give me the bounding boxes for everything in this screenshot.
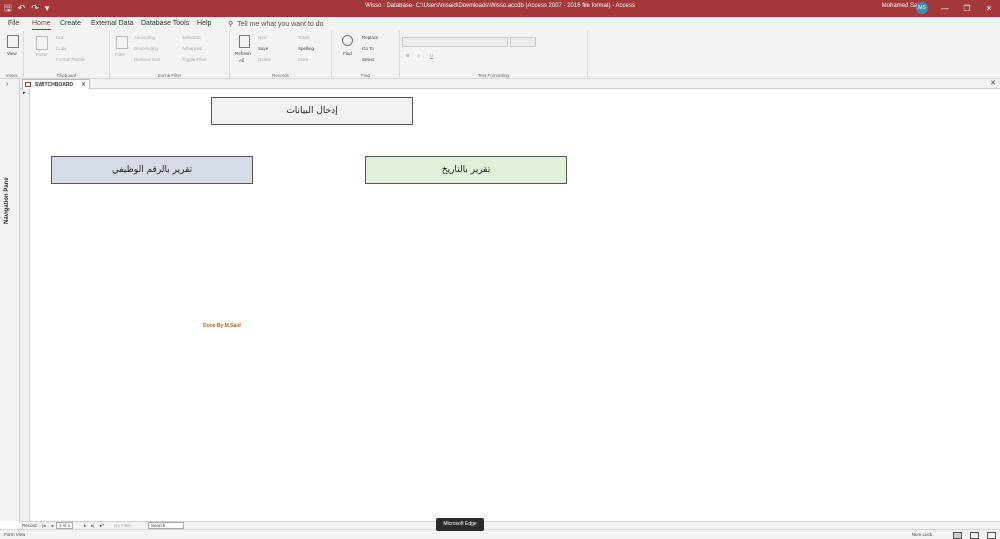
save-record-button[interactable]: Save [258,46,268,51]
expand-chevron-icon[interactable]: › [6,81,8,88]
new-record-button[interactable]: New [258,35,267,40]
view-icon[interactable] [7,35,19,48]
clipboard-group: Paste Cut Copy Format Painter Clipboard [24,31,110,79]
navigation-pane[interactable]: › Navigation Pane [0,79,20,521]
switchboard-form: إدخال البيانات تقرير بالرقم الوظيفي تقري… [31,89,1000,521]
title-bar: 🖫 ↶ ↷ ▾ Wisso : Database- C:\Users\msaid… [0,0,1000,17]
credit-label: Done By M.Said [203,323,241,329]
font-size-combo[interactable] [510,37,536,47]
taskbar-tooltip: Microsoft Edge [436,518,484,531]
views-group-label: Views [5,73,18,78]
tab-switchboard-label: SWITCHBOARD [35,82,74,88]
find-group-label: Find [361,73,370,78]
status-bar: Form View Num Lock [0,529,1000,539]
goto-button[interactable]: Go To [362,46,374,51]
underline-button[interactable]: U [430,53,433,58]
view-switcher [953,530,996,539]
tab-file[interactable]: File [8,20,19,27]
date-report-button[interactable]: تقرير بالتاريخ [365,156,567,184]
tell-me-search[interactable]: ⚲ Tell me what you want to do [228,20,324,28]
ribbon-tabs: File Home Create External Data Database … [0,17,1000,31]
window-title: Wisso : Database- C:\Users\msaid\Downloa… [365,3,635,9]
close-button[interactable]: ✕ [978,0,1000,17]
form-view-icon[interactable] [953,531,962,539]
refresh-icon[interactable] [239,35,250,48]
more-button[interactable]: More [298,57,308,62]
text-formatting-group-label: Text Formatting [477,73,509,78]
current-record-field[interactable]: 1 of 1 [56,522,74,529]
filter-icon[interactable] [116,36,128,49]
sort-filter-group-label: Sort & Filter [157,73,182,78]
employee-number-report-button[interactable]: تقرير بالرقم الوظيفي [51,156,253,184]
record-label: Record: [22,523,38,528]
copy-button[interactable]: Copy [56,46,67,51]
current-record-arrow-icon: ▸ [23,90,26,96]
cut-button[interactable]: Cut [56,35,63,40]
data-entry-button[interactable]: إدخال البيانات [211,97,413,125]
clipboard-group-label: Clipboard [56,73,77,78]
text-formatting-group: B I U Text Formatting [400,31,588,79]
tab-external-data[interactable]: External Data [91,20,133,27]
minimize-button[interactable]: — [934,0,956,17]
filter-button[interactable]: Filter [115,52,125,57]
spelling-button[interactable]: Spelling [298,46,314,51]
find-group: Find Replace Go To Select Find [332,31,400,79]
find-button[interactable]: Find [343,51,352,56]
paste-icon[interactable] [36,36,48,50]
bold-button[interactable]: B [406,53,409,58]
form-icon [25,82,31,87]
refresh-all-dropdown[interactable]: All [239,58,244,63]
close-tab-icon[interactable]: ✕ [81,81,86,88]
toggle-filter-button[interactable]: Toggle Filter [182,57,207,62]
delete-record-button[interactable]: Delete [258,57,271,62]
ribbon: View Views Paste Cut Copy Format Painter… [0,31,1000,79]
record-navigation-bar: Record: |◂ ◂ 1 of 1 ▸ ▸| ▸* No Filter Se… [20,521,1000,529]
view-button[interactable]: View [7,51,17,56]
views-group: View Views [0,31,24,79]
replace-button[interactable]: Replace [362,35,379,40]
refresh-button[interactable]: Refresh [235,51,251,56]
descending-button[interactable]: Descending [134,46,158,51]
totals-button[interactable]: Totals [298,35,310,40]
select-button[interactable]: Select [362,57,375,62]
lightbulb-icon: ⚲ [228,21,234,28]
avatar[interactable]: MS [916,2,928,14]
no-filter-indicator[interactable]: No Filter [114,523,131,528]
restore-button[interactable]: ❐ [956,0,978,17]
ascending-button[interactable]: Ascending [134,35,155,40]
find-icon[interactable] [342,35,353,46]
design-view-icon[interactable] [987,531,996,539]
tab-switchboard[interactable]: SWITCHBOARD ✕ [22,79,90,89]
paste-button[interactable]: Paste [36,52,48,57]
record-search-box[interactable]: Search [148,522,184,529]
close-form-icon[interactable]: ✕ [990,79,996,87]
records-group-label: Records [272,73,289,78]
view-mode-label: Form View [4,532,26,537]
format-painter-button[interactable]: Format Painter [56,57,86,62]
tab-database-tools[interactable]: Database Tools [141,20,189,27]
tell-me-text: Tell me what you want to do [237,21,324,28]
records-group: Refresh All New Save Delete Totals Spell… [230,31,332,79]
navigation-pane-label: Navigation Pane [4,177,10,224]
tab-help[interactable]: Help [197,20,211,27]
selection-button[interactable]: Selection [182,35,201,40]
sort-filter-group: Filter Ascending Descending Remove Sort … [110,31,230,79]
num-lock-indicator: Num Lock [911,532,932,537]
access-window: 🖫 ↶ ↷ ▾ Wisso : Database- C:\Users\msaid… [0,0,1000,539]
advanced-button[interactable]: Advanced [182,46,202,51]
font-name-combo[interactable] [402,37,508,47]
document-tabs: SWITCHBOARD ✕ ✕ [20,79,1000,89]
layout-view-icon[interactable] [970,531,979,539]
italic-button[interactable]: I [418,53,419,58]
remove-sort-button[interactable]: Remove Sort [134,57,160,62]
window-controls: — ❐ ✕ [934,0,1000,17]
tab-home[interactable]: Home [32,20,51,30]
record-selector[interactable]: ▸ [20,89,30,521]
tab-create[interactable]: Create [60,20,81,27]
